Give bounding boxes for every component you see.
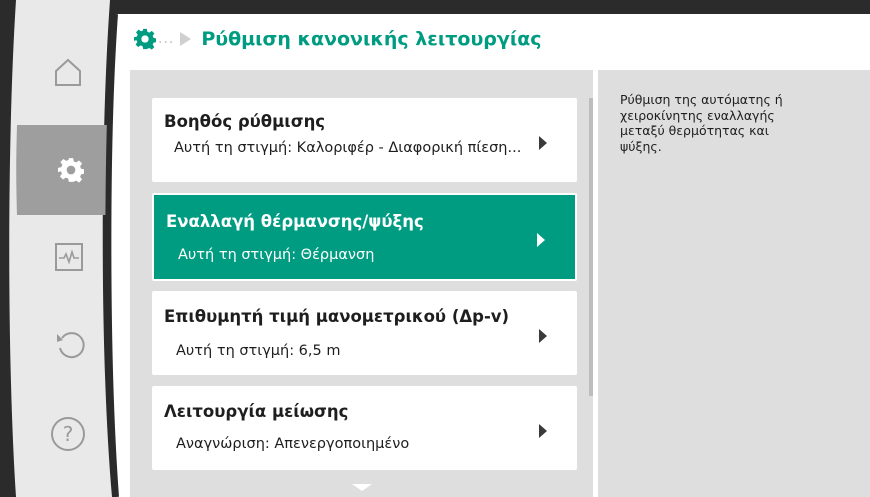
sidebar-item-undo[interactable]: [51, 325, 91, 365]
sidebar-item-help[interactable]: ?: [48, 414, 88, 454]
svg-text:?: ?: [63, 422, 74, 446]
help-icon: ?: [51, 417, 85, 451]
chevron-right-icon: [539, 329, 547, 343]
breadcrumb-ellipsis: ...: [158, 31, 175, 47]
sidebar-item-home[interactable]: [48, 52, 88, 92]
menu-item-reduced-operation[interactable]: Λειτουργία μείωσης Αναγνώριση: Απενεργοπ…: [152, 386, 577, 470]
menu-item-title: Λειτουργία μείωσης: [164, 402, 349, 421]
menu-item-title: Εναλλαγή θέρμανσης/ψύξης: [166, 212, 424, 231]
chevron-right-icon: [537, 233, 545, 247]
sidebar-item-settings[interactable]: [51, 150, 91, 190]
chevron-right-icon: [539, 136, 547, 150]
diagnostics-icon: [55, 243, 83, 271]
menu-item-title: Βοηθός ρύθμισης: [164, 112, 326, 131]
sidebar-item-diagnostics[interactable]: [49, 237, 89, 277]
gear-icon: [58, 158, 84, 183]
menu-item-heat-cool-switch[interactable]: Εναλλαγή θέρμανσης/ψύξης Αυτή τη στιγμή:…: [152, 193, 577, 281]
menu-item-head-setpoint[interactable]: Επιθυμητή τιμή μανομετρικού (Δp-v) Αυτή …: [152, 291, 577, 375]
device-screen: ... Ρύθμιση κανονικής λειτουργίας ? Βοηθ…: [0, 0, 870, 497]
header-bar: ... Ρύθμιση κανονικής λειτουργίας: [122, 14, 870, 64]
menu-item-subtitle: Αυτή τη στιγμή: Καλοριφέρ - Διαφορική πί…: [174, 140, 522, 156]
menu-panel: Βοηθός ρύθμισης Αυτή τη στιγμή: Καλοριφέ…: [130, 70, 593, 497]
help-panel: Ρύθμιση της αυτόματης ή χειροκίνητης ενα…: [598, 70, 870, 497]
home-icon: [55, 58, 81, 86]
menu-item-setup-assistant[interactable]: Βοηθός ρύθμισης Αυτή τη στιγμή: Καλοριφέ…: [152, 98, 577, 182]
scrollbar[interactable]: [589, 98, 593, 396]
page-title: Ρύθμιση κανονικής λειτουργίας: [201, 28, 542, 50]
undo-icon: [57, 332, 85, 359]
breadcrumb-arrow-icon: [180, 32, 192, 46]
help-text: Ρύθμιση της αυτόματης ή χειροκίνητης ενα…: [620, 92, 783, 154]
menu-item-subtitle: Αναγνώριση: Απενεργοποιημένο: [176, 436, 410, 452]
scroll-down-icon[interactable]: [352, 484, 372, 491]
menu-item-title: Επιθυμητή τιμή μανομετρικού (Δp-v): [164, 307, 510, 326]
menu-item-subtitle: Αυτή τη στιγμή: Θέρμανση: [178, 247, 375, 263]
gear-icon: [134, 28, 156, 50]
chevron-right-icon: [539, 424, 547, 438]
menu-item-subtitle: Αυτή τη στιγμή: 6,5 m: [176, 343, 341, 359]
